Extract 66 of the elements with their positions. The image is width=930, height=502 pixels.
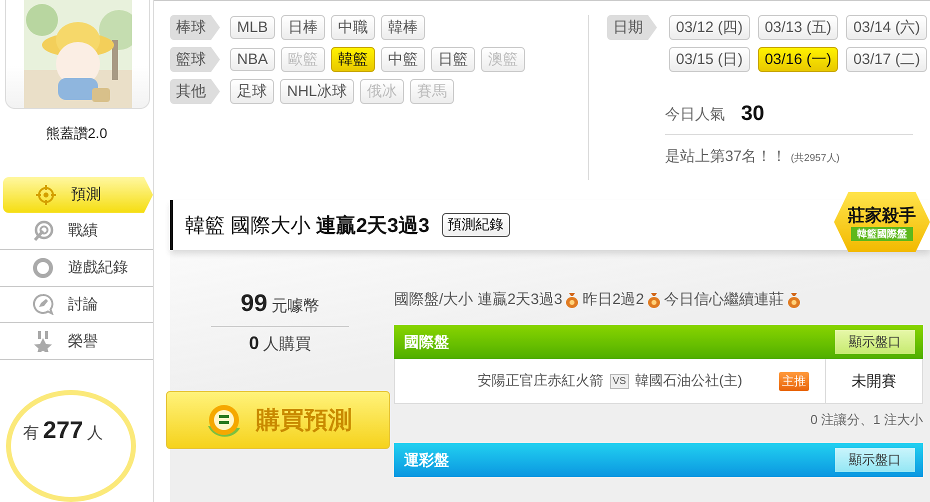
market-title: 國際盤 xyxy=(404,332,449,352)
date-tag[interactable]: 03/12 (四) xyxy=(669,15,750,40)
away-team: 安陽正官庄赤紅火箭 xyxy=(478,372,604,390)
top-pick-tag: 主推 xyxy=(779,372,809,390)
league-tag[interactable]: 韓籃 xyxy=(330,47,375,72)
league-tag[interactable]: 日籃 xyxy=(430,47,475,72)
money-bag-icon xyxy=(565,292,580,308)
nav-item[interactable]: 戰績 xyxy=(0,212,153,250)
league-tag[interactable]: 韓棒 xyxy=(380,15,425,40)
total-users: (共2957人) xyxy=(790,152,840,165)
badge-subtitle: 韓籃國際盤 xyxy=(851,226,913,240)
price-unit: 元噱幣 xyxy=(271,296,320,317)
category-label: 籃球 xyxy=(170,47,220,72)
popularity-label: 今日人氣 xyxy=(665,104,725,124)
league-tag[interactable]: 日棒 xyxy=(280,15,325,40)
prediction-title: 韓籃 國際大小 連贏2天3過3 xyxy=(185,214,430,238)
nav-label: 戰績 xyxy=(68,221,98,240)
profile-name: 熊蓋讚2.0 xyxy=(44,125,108,143)
chat-pencil-icon xyxy=(32,293,54,316)
date-tag[interactable]: 03/14 (六) xyxy=(846,15,928,40)
league-tag[interactable]: MLB xyxy=(230,16,275,39)
badge-title: 莊家殺手 xyxy=(848,204,916,226)
category-label: 其他 xyxy=(170,79,220,104)
league-tag[interactable]: NBA xyxy=(230,48,275,71)
league-tag[interactable]: 中籃 xyxy=(380,47,425,72)
crosshair-icon xyxy=(35,184,57,206)
league-tag[interactable]: 足球 xyxy=(230,79,274,104)
nav-label: 討論 xyxy=(68,294,98,314)
follower-count: 277 xyxy=(43,417,84,446)
date-tag[interactable]: 03/16 (一) xyxy=(758,47,838,72)
price-value: 99 xyxy=(240,290,268,318)
nav-label: 預測 xyxy=(71,185,101,204)
show-odds-button[interactable]: 顯示盤口 xyxy=(835,330,915,354)
money-bag-icon xyxy=(647,292,662,308)
ring-icon xyxy=(32,256,54,279)
star-medal-icon xyxy=(32,330,54,352)
popularity-value: 30 xyxy=(741,102,764,126)
nav-item[interactable]: 榮譽 xyxy=(0,323,153,360)
follower-suffix: 人 xyxy=(87,424,104,444)
follower-prefix: 有 xyxy=(23,424,39,444)
summary-part: 今日信心繼續連莊 xyxy=(664,290,784,309)
buyer-unit: 人購買 xyxy=(263,334,311,355)
money-bag-icon xyxy=(787,292,802,308)
nav-label: 榮譽 xyxy=(68,332,98,351)
summary-part: 昨日2過2 xyxy=(582,290,644,309)
game-status: 未開賽 xyxy=(825,359,922,403)
vs-label: VS xyxy=(610,374,629,388)
show-odds-button[interactable]: 顯示盤口 xyxy=(835,448,915,472)
nav-label: 遊戲紀錄 xyxy=(68,258,128,278)
category-label: 棒球 xyxy=(170,15,220,40)
home-team: 韓國石油公社(主) xyxy=(635,372,742,390)
date-tag[interactable]: 03/17 (二) xyxy=(846,47,928,72)
record-button[interactable]: 預測紀錄 xyxy=(442,213,510,237)
league-tag[interactable]: NHL冰球 xyxy=(280,79,354,104)
bet-count-note: 0 注讓分、1 注大小 xyxy=(810,412,923,427)
date-label: 日期 xyxy=(607,15,657,40)
nav-item[interactable]: 預測 xyxy=(3,177,153,213)
rank-text: 是站上第37名！！ xyxy=(665,147,787,166)
date-tag[interactable]: 03/15 (日) xyxy=(669,47,750,72)
date-tag[interactable]: 03/13 (五) xyxy=(758,15,838,40)
market-title: 運彩盤 xyxy=(404,450,449,470)
nav-item[interactable]: 討論 xyxy=(0,286,153,324)
nav-item[interactable]: 遊戲紀錄 xyxy=(0,250,153,287)
summary-part: 國際盤/大小 連贏2天3過3 xyxy=(394,290,562,309)
buyer-count: 0 xyxy=(248,333,259,354)
league-tag[interactable]: 中職 xyxy=(330,15,375,40)
